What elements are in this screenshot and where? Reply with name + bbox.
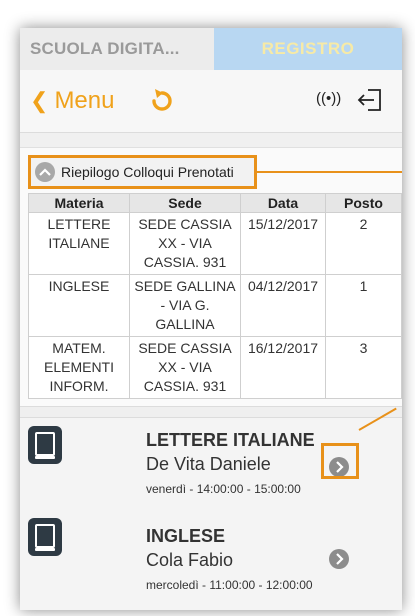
highlight-box — [321, 443, 359, 479]
list-item[interactable]: INGLESE Cola Fabio mercoledì - 11:00:00 … — [20, 514, 402, 610]
chevron-up-circle-icon[interactable] — [35, 162, 55, 182]
book-icon — [28, 518, 62, 556]
card-time: mercoledì - 11:00:00 - 12:00:00 — [146, 578, 313, 592]
cell-sede: SEDE CASSIA XX - VIA CASSIA. 931 — [129, 212, 241, 275]
table-row: LETTERE ITALIANE SEDE CASSIA XX - VIA CA… — [28, 212, 402, 275]
cell-sede: SEDE CASSIA XX - VIA CASSIA. 931 — [129, 336, 241, 399]
cell-posto: 3 — [325, 336, 402, 399]
top-tabs: SCUOLA DIGITA... REGISTRO — [20, 28, 402, 70]
card-subject: LETTERE ITALIANE — [146, 430, 315, 450]
cell-posto: 1 — [325, 274, 402, 337]
app-screen: SCUOLA DIGITA... REGISTRO ❮ Menu ((•)) R… — [20, 28, 402, 610]
radio-signal-icon[interactable]: ((•)) — [316, 90, 341, 107]
tab-scuola-digitale[interactable]: SCUOLA DIGITA... — [20, 28, 214, 70]
callout-line — [257, 171, 402, 173]
col-posto-header: Posto — [325, 193, 402, 213]
summary-label: Riepilogo Colloqui Prenotati — [61, 164, 234, 180]
cell-data: 16/12/2017 — [240, 336, 326, 399]
header-bar: ❮ Menu ((•)) — [20, 70, 402, 133]
tab-registro[interactable]: REGISTRO — [214, 28, 402, 70]
col-data-header: Data — [240, 193, 326, 213]
card-teacher: Cola Fabio — [146, 550, 234, 570]
cell-data: 15/12/2017 — [240, 212, 326, 275]
book-icon — [28, 426, 62, 464]
card-subject: INGLESE — [146, 526, 226, 546]
logout-icon[interactable] — [356, 86, 386, 114]
cell-materia: INGLESE — [28, 274, 130, 337]
cell-materia: MATEM. ELEMENTI INFORM. — [28, 336, 130, 399]
bookings-table: Materia Sede Data Posto LETTERE ITALIANE… — [28, 193, 402, 399]
spacer-strip — [20, 133, 402, 148]
cell-sede: SEDE GALLINA - VIA G. GALLINA — [129, 274, 241, 337]
chevron-left-icon: ❮ — [30, 88, 49, 113]
table-row: MATEM. ELEMENTI INFORM. SEDE CASSIA XX -… — [28, 336, 402, 399]
table-row: INGLESE SEDE GALLINA - VIA G. GALLINA 04… — [28, 274, 402, 337]
menu-back-button[interactable]: ❮ Menu — [30, 84, 114, 118]
cell-posto: 2 — [325, 212, 402, 275]
cell-data: 04/12/2017 — [240, 274, 326, 337]
table-header-row: Materia Sede Data Posto — [28, 193, 402, 213]
cell-materia: LETTERE ITALIANE — [28, 212, 130, 275]
card-teacher: De Vita Daniele — [146, 454, 271, 474]
card-time: venerdì - 14:00:00 - 15:00:00 — [146, 482, 301, 496]
col-materia-header: Materia — [28, 193, 130, 213]
refresh-icon[interactable] — [148, 84, 176, 116]
list-separator — [20, 406, 402, 418]
summary-header[interactable]: Riepilogo Colloqui Prenotati — [28, 155, 257, 189]
menu-label: Menu — [54, 87, 115, 114]
chevron-right-icon[interactable] — [329, 549, 349, 569]
col-sede-header: Sede — [129, 193, 241, 213]
